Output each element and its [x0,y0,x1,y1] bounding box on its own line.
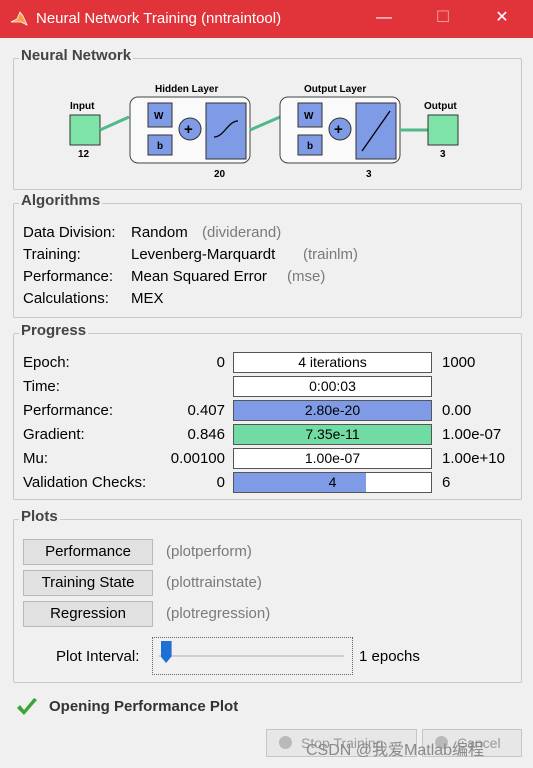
progress-value: 4 iterations [298,354,367,370]
progress-start: 0.00100 [170,450,225,467]
matlab-logo-icon [10,11,28,26]
progress-bar-gradient: 7.35e-11 [233,424,432,445]
neural-network-panel: Neural Network Input 12 Hidden Layer W b… [13,47,522,190]
algorithm-value: Levenberg-Marquardt [131,246,276,263]
network-diagram: Input 12 Hidden Layer W b + 20 Output La… [69,84,459,180]
input-label: Input [70,101,95,112]
algorithm-value: Random [131,224,188,241]
regression-plot-button[interactable]: Regression [23,601,153,627]
progress-value: 4 [328,474,337,490]
algorithm-value: MEX [131,290,164,307]
plots-panel: Plots Performance (plotperform) Training… [13,508,522,683]
training-state-plot-button[interactable]: Training State [23,570,153,596]
progress-end: 1.00e+10 [442,450,505,467]
slider-track [159,655,344,657]
algorithms-panel: Algorithms Data Division: Random (divide… [13,192,522,318]
algorithm-function: (mse) [287,268,326,285]
input-box [69,114,101,146]
plot-interval-value: 1 epochs [359,648,420,665]
close-button[interactable]: ✕ [490,7,514,29]
maximize-button[interactable]: ☐ [431,7,455,29]
plot-function: (plotperform) [166,543,252,560]
progress-start: 0.846 [187,426,225,443]
progress-label: Performance: [23,402,114,419]
progress-label: Mu: [23,450,49,467]
progress-panel: Progress Epoch: 0 4 iterations 1000 Time… [13,322,522,500]
algorithm-function: (dividerand) [202,224,282,241]
progress-bar-mu: 1.00e-07 [233,448,432,469]
progress-label: Gradient: [23,426,85,443]
progress-start: 0 [216,474,225,491]
output-layer-size: 3 [366,169,372,180]
hidden-layer-label: Hidden Layer [155,84,218,95]
plot-interval-label: Plot Interval: [56,648,140,665]
algorithm-label: Performance: [23,268,114,285]
algorithm-label: Training: [23,246,81,263]
status-text: Opening Performance Plot [49,698,239,715]
progress-end: 0.00 [442,402,472,419]
plot-interval-slider[interactable] [152,637,353,675]
progress-end: 1000 [442,354,476,371]
progress-label: Time: [23,378,60,395]
svg-text:W: W [154,111,164,122]
hidden-size: 20 [214,169,226,180]
stop-icon [279,736,292,749]
algorithm-value: Mean Squared Error [131,268,267,285]
section-title-algorithms: Algorithms [19,192,103,209]
output-size: 3 [440,149,446,160]
svg-text:W: W [304,111,314,122]
output-box [427,114,459,146]
checkmark-icon [17,698,37,715]
output-layer-label: Output Layer [304,84,366,95]
progress-bar-time: 0:00:03 [233,376,432,397]
section-title-progress: Progress [19,322,89,339]
progress-bar-validation: 4 [233,472,432,493]
progress-bar-epoch: 4 iterations [233,352,432,373]
input-size: 12 [78,149,90,160]
output-label: Output [424,101,457,112]
svg-text:b: b [157,141,163,152]
algorithm-label: Calculations: [23,290,109,307]
progress-bar-performance: 2.80e-20 [233,400,432,421]
progress-start: 0 [216,354,225,371]
minimize-button[interactable]: — [372,7,396,29]
plot-function: (plottrainstate) [166,574,262,591]
svg-text:+: + [334,121,343,138]
algorithm-function: (trainlm) [303,246,358,263]
progress-start: 0.407 [187,402,225,419]
window-title: Neural Network Training (nntraintool) [36,10,282,27]
progress-value: 7.35e-11 [305,426,360,442]
svg-text:b: b [307,141,313,152]
watermark: CSDN @我爱Matlab编程 [306,742,485,759]
slider-thumb[interactable] [160,641,172,663]
progress-value: 2.80e-20 [304,402,361,418]
plot-function: (plotregression) [166,605,271,622]
performance-plot-button[interactable]: Performance [23,539,153,565]
progress-value: 0:00:03 [309,378,356,394]
hidden-transfer-box [205,102,247,160]
section-title-plots: Plots [19,508,60,525]
progress-value: 1.00e-07 [304,450,361,466]
progress-end: 1.00e-07 [442,426,502,443]
algorithm-label: Data Division: [23,224,116,241]
progress-label: Epoch: [23,354,70,371]
title-bar: Neural Network Training (nntraintool) — … [0,0,533,38]
svg-text:+: + [184,121,193,138]
progress-end: 6 [442,474,451,491]
